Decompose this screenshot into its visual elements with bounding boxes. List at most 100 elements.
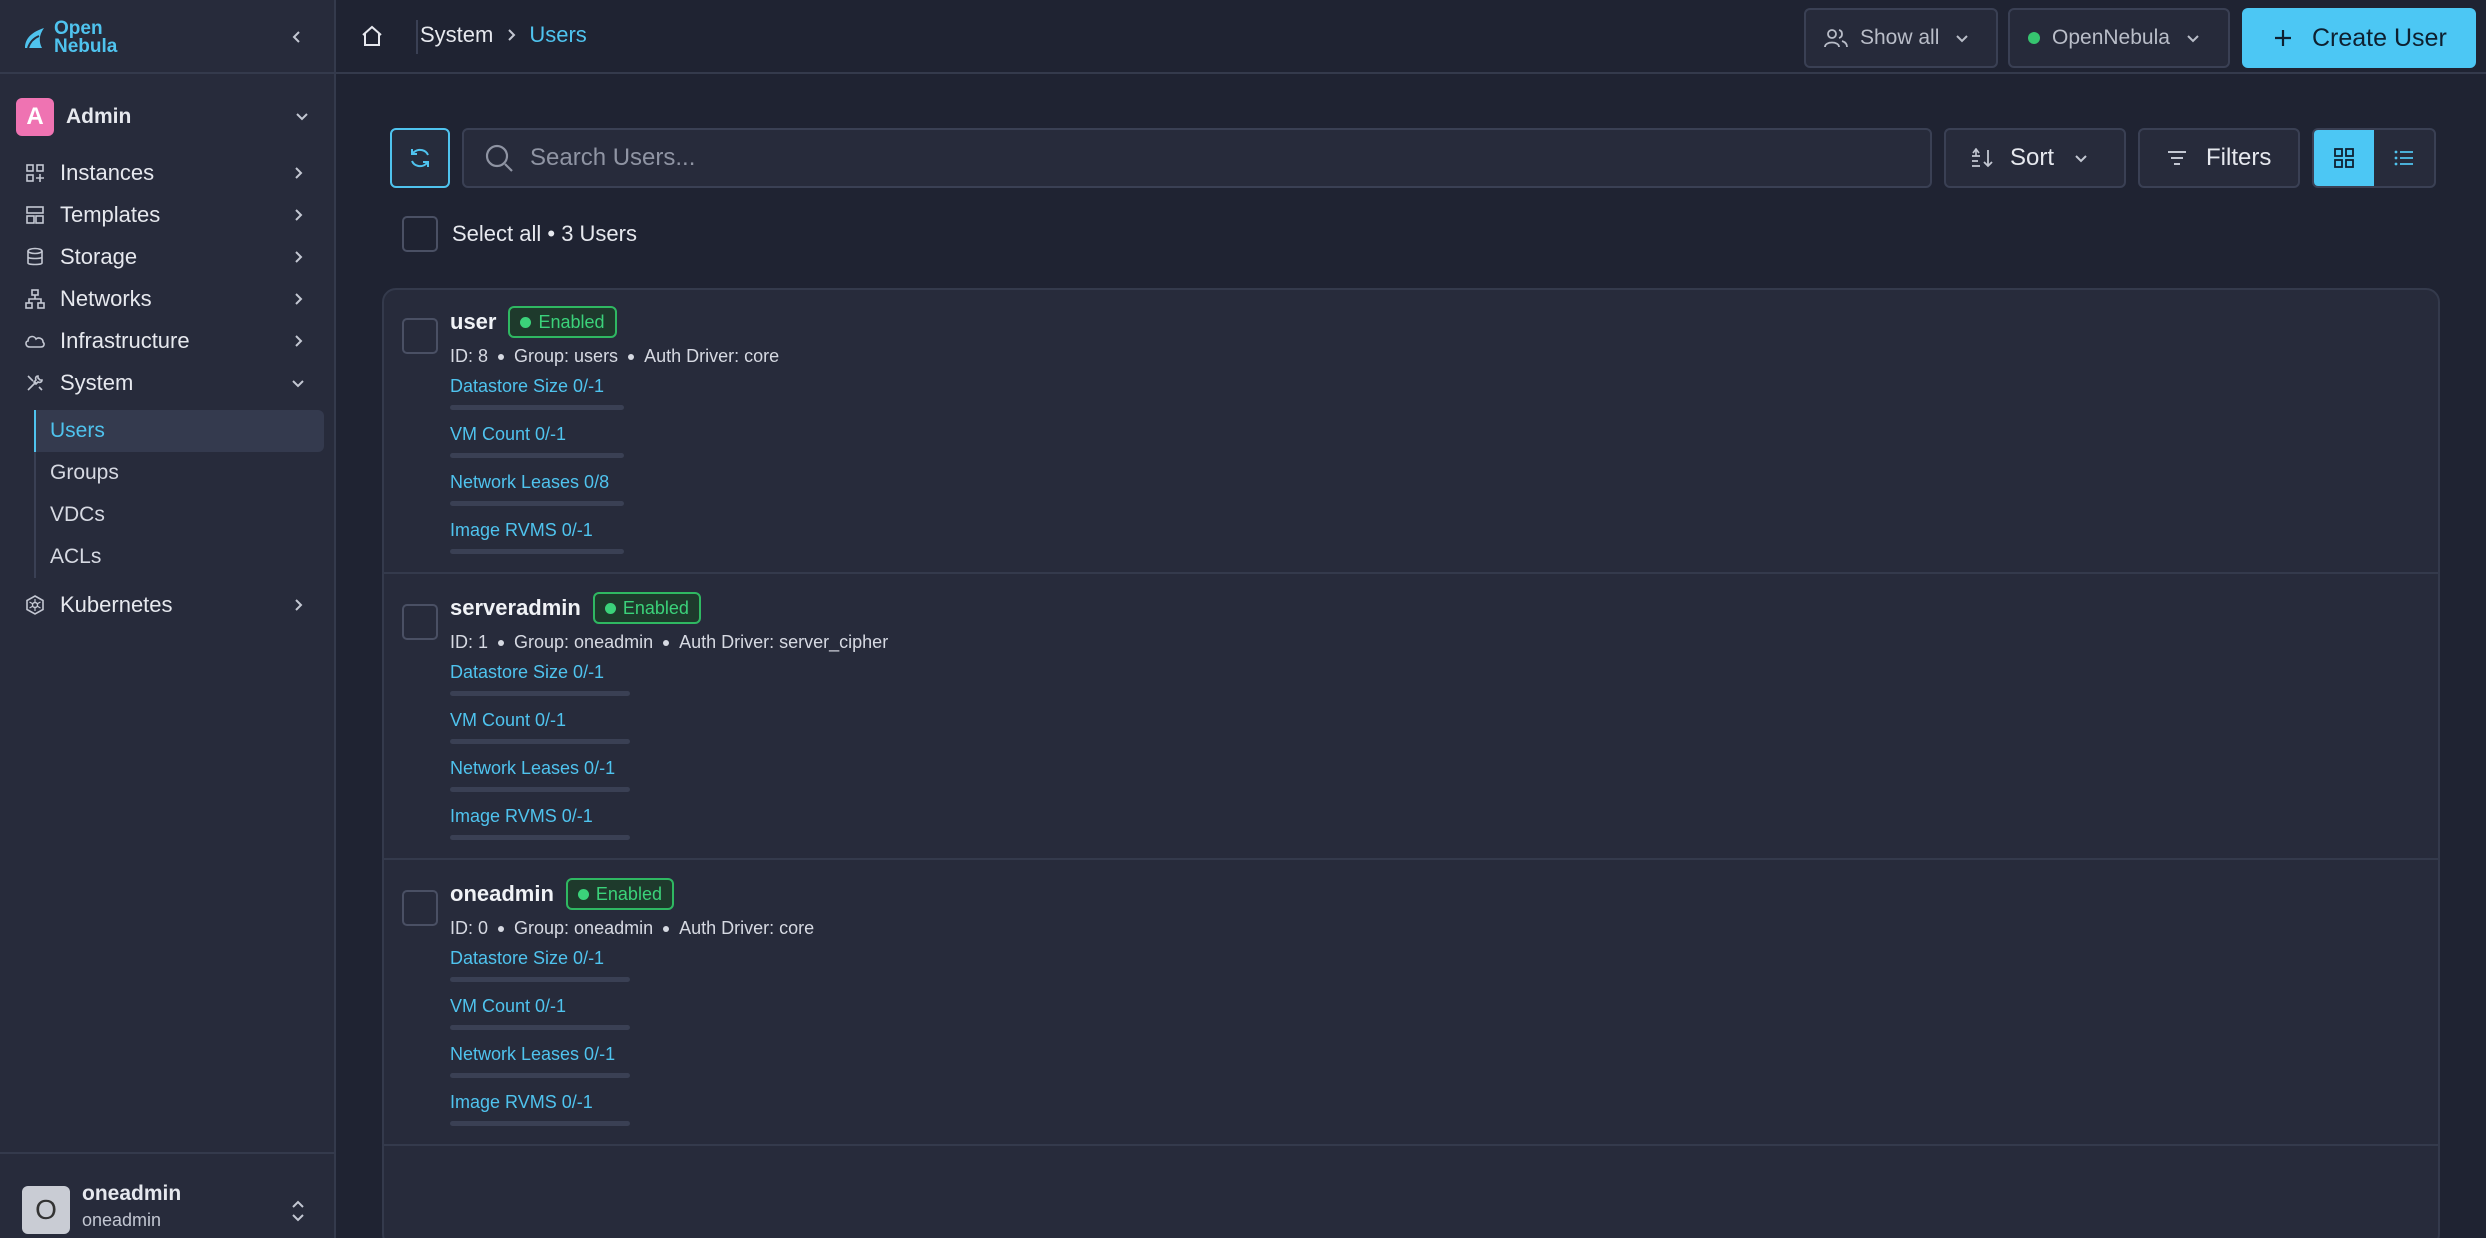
chevron-right-icon — [295, 599, 303, 611]
chevron-down-icon — [2187, 35, 2199, 43]
status-dot — [604, 602, 616, 614]
quota-bar — [450, 977, 630, 982]
sidebar-item-infrastructure[interactable]: Infrastructure — [0, 320, 334, 362]
row-checkbox[interactable] — [402, 604, 438, 640]
quota-bar — [450, 453, 624, 458]
user-auth-driver: Auth Driver: server_cipher — [679, 632, 889, 652]
storage-icon — [24, 246, 46, 268]
quota-bar — [450, 1121, 630, 1126]
quota-vm-count: VM Count 0/-1 — [450, 996, 850, 1030]
user-group: Group: oneadmin — [514, 918, 654, 938]
sidebar-item-label: System — [60, 370, 134, 395]
quota-bar — [450, 501, 624, 506]
sidebar-item-networks[interactable]: Networks — [0, 278, 334, 320]
quota-bar — [450, 835, 630, 840]
quota-image-rvms: Image RVMS 0/-1 — [450, 520, 850, 554]
quota-network-leases: Network Leases 0/8 — [450, 472, 850, 506]
list-item[interactable]: serveradmin Enabled ID: 1 Group: oneadmi… — [384, 576, 2438, 860]
chevron-up-down-icon[interactable] — [288, 1198, 308, 1224]
user-auth-driver: Auth Driver: core — [679, 918, 815, 938]
filters-label: Filters — [2206, 144, 2272, 171]
group-badge: A — [16, 98, 54, 136]
chevron-right-icon — [295, 251, 303, 263]
refresh-button[interactable] — [390, 128, 450, 188]
sidebar-item-instances[interactable]: Instances — [0, 152, 334, 194]
chevron-down-icon — [292, 380, 304, 388]
list-item[interactable]: oneadmin Enabled ID: 0 Group: oneadmin A… — [384, 862, 2438, 1146]
quota-bar — [450, 739, 630, 744]
user-name: oneadmin — [450, 881, 554, 906]
quota-bar — [450, 549, 624, 554]
sidebar-item-label: Storage — [60, 244, 138, 269]
sidebar-nav: Instances Templates Storage Networks Inf… — [0, 152, 334, 626]
chevron-right-icon — [503, 27, 519, 43]
chevron-right-icon — [295, 167, 303, 179]
user-meta: ID: 8 Group: users Auth Driver: core — [450, 346, 779, 367]
networks-icon — [24, 288, 46, 310]
filters-button[interactable]: Filters — [2138, 128, 2300, 188]
plus-icon — [2275, 30, 2291, 46]
home-button[interactable] — [360, 24, 384, 53]
zone-status-dot — [2028, 32, 2040, 44]
status-badge: Enabled — [565, 878, 674, 910]
user-group: Group: users — [514, 346, 619, 366]
zone-selector[interactable]: OpenNebula — [2008, 8, 2230, 68]
sidebar-item-vdcs[interactable]: VDCs — [34, 494, 324, 536]
show-all-button[interactable]: Show all — [1804, 8, 1998, 68]
select-all-label: Select all • 3 Users — [452, 221, 637, 246]
user-auth-driver: Auth Driver: core — [644, 346, 780, 366]
current-user-name: oneadmin — [82, 1182, 182, 1205]
sidebar-item-templates[interactable]: Templates — [0, 194, 334, 236]
search-input[interactable] — [530, 138, 1910, 178]
list-view-button[interactable] — [2374, 130, 2434, 186]
create-user-button[interactable]: Create User — [2242, 8, 2476, 68]
user-meta: ID: 1 Group: oneadmin Auth Driver: serve… — [450, 632, 888, 653]
chevron-down-icon — [2075, 155, 2087, 163]
row-checkbox[interactable] — [402, 890, 438, 926]
sidebar-item-label: Kubernetes — [60, 592, 173, 617]
system-submenu: Users Groups VDCs ACLs — [0, 410, 334, 578]
list-item[interactable]: user Enabled ID: 8 Group: users Auth Dri… — [384, 290, 2438, 574]
select-all-checkbox[interactable] — [402, 216, 438, 252]
quota-bar — [450, 787, 630, 792]
chevron-right-icon — [295, 209, 303, 221]
grid-view-button[interactable] — [2314, 130, 2374, 186]
group-switcher[interactable]: A Admin — [16, 98, 320, 136]
quota-datastore-size: Datastore Size 0/-1 — [450, 948, 850, 982]
sidebar-item-kubernetes[interactable]: Kubernetes — [0, 584, 334, 626]
sidebar-item-label: Instances — [60, 160, 155, 185]
tools-icon — [24, 372, 46, 394]
chevron-down-icon — [1956, 35, 1969, 43]
sidebar-item-groups[interactable]: Groups — [34, 452, 324, 494]
select-all-row: Select all • 3 Users — [402, 216, 637, 252]
group-label: Admin — [66, 105, 132, 128]
sort-icon — [1972, 148, 1993, 168]
quota-bar — [450, 405, 624, 410]
opennebula-logo-icon — [25, 28, 44, 49]
sidebar-item-acls[interactable]: ACLs — [34, 536, 324, 578]
kubernetes-icon — [24, 594, 46, 616]
sidebar-item-storage[interactable]: Storage — [0, 236, 334, 278]
sort-button[interactable]: Sort — [1944, 128, 2126, 188]
row-checkbox[interactable] — [402, 318, 438, 354]
sidebar-item-system[interactable]: System — [0, 362, 334, 404]
user-name: serveradmin — [450, 595, 581, 620]
top-bar: System Users Show all OpenNebula Create … — [336, 0, 2486, 74]
sidebar-item-users[interactable]: Users — [34, 410, 324, 452]
breadcrumb-system[interactable]: System — [420, 22, 493, 48]
user-group: Group: oneadmin — [514, 632, 654, 652]
grid-icon — [2334, 148, 2354, 168]
sort-label: Sort — [2010, 144, 2055, 171]
current-user-panel: O oneadmin oneadmin — [0, 1152, 334, 1238]
quota-bar — [450, 691, 630, 696]
search-icon — [485, 144, 513, 172]
sidebar-item-label: Templates — [60, 202, 161, 227]
collapse-sidebar-button[interactable] — [282, 22, 312, 52]
opennebula-logo[interactable]: Open Nebula — [22, 18, 117, 58]
quota-image-rvms: Image RVMS 0/-1 — [450, 1092, 850, 1126]
sidebar-divider — [0, 72, 334, 74]
quota-network-leases: Network Leases 0/-1 — [450, 1044, 850, 1078]
sidebar: Open Nebula A Admin Instances Templates — [0, 0, 336, 1238]
sidebar-item-label: Networks — [60, 286, 152, 311]
create-user-label: Create User — [2312, 23, 2447, 52]
